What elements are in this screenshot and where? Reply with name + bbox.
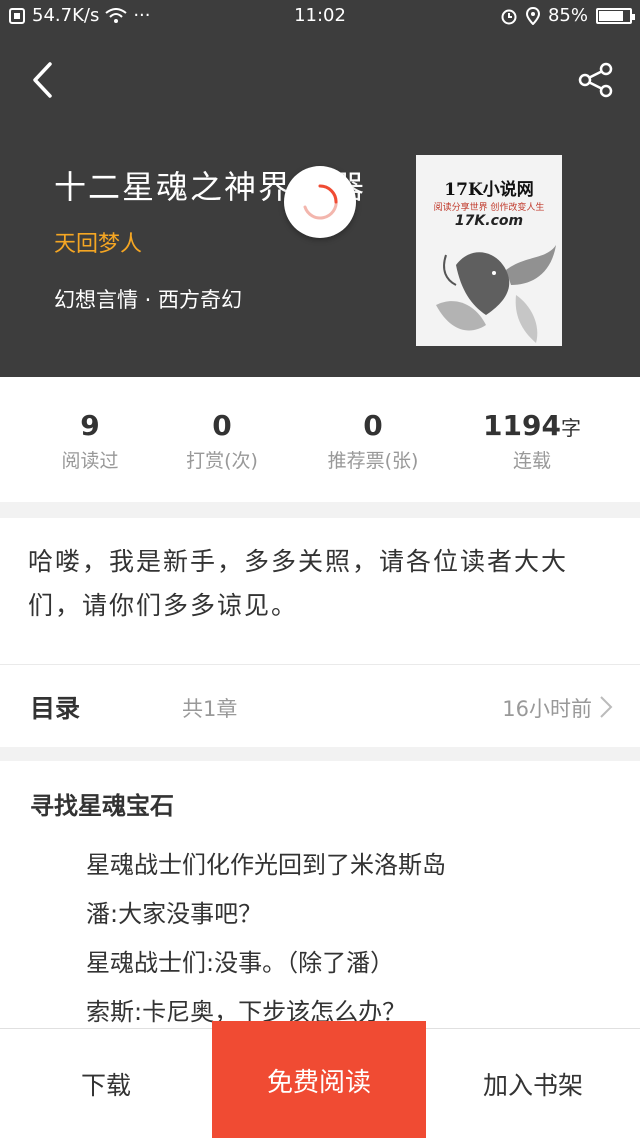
- loading-spinner: [284, 166, 356, 238]
- battery-icon: [596, 7, 635, 24]
- chapter-line: 星魂战士们:没事。（除了潘）: [86, 949, 395, 977]
- share-button[interactable]: [576, 60, 616, 100]
- chapter-line: 星魂战士们化作光回到了米洛斯岛: [86, 851, 446, 879]
- free-read-button[interactable]: 免费阅读: [212, 1021, 426, 1138]
- stat-value: 9: [40, 409, 140, 442]
- alarm-icon: [501, 9, 517, 24]
- stat-word-count: 1194字 连载: [470, 409, 594, 473]
- stat-number: 0: [212, 409, 232, 442]
- cover-goldfish-illustration: [436, 245, 556, 343]
- stat-tips: 0 打赏(次): [160, 409, 284, 473]
- stat-value: 1194字: [470, 409, 594, 442]
- chapter-preview[interactable]: 星魂战士们化作光回到了米洛斯岛 潘:大家没事吧？ 星魂战士们:没事。（除了潘） …: [86, 841, 446, 1037]
- stat-label: 连载: [512, 450, 551, 472]
- stat-recommend-votes: 0 推荐票(张): [306, 409, 440, 473]
- catalog-label: 目录: [30, 694, 81, 723]
- battery-fill: [599, 10, 623, 21]
- chapter-count: 共1章: [182, 697, 238, 721]
- stat-number: 1194: [483, 409, 561, 442]
- chapter-line: 潘:大家没事吧？: [86, 900, 263, 928]
- battery-percent: 85%: [547, 5, 588, 26]
- stat-read-count: 9 阅读过: [40, 409, 140, 473]
- stat-label: 阅读过: [61, 450, 119, 472]
- bottom-action-bar: 下载 免费阅读 加入书架: [0, 1021, 640, 1138]
- location-icon: [525, 6, 540, 25]
- book-title-text: 十二星魂之神界: [54, 168, 293, 206]
- share-icon: [578, 62, 613, 98]
- book-stats: 9 阅读过 0 打赏(次) 0 推荐票(张) 1194字 连载: [0, 377, 640, 502]
- book-intro[interactable]: 哈喽，我是新手，多多关照，请各位读者大大们，请你们多多谅见。: [28, 540, 612, 628]
- stat-value: 0: [306, 409, 440, 442]
- catalog-row[interactable]: 目录 共1章 16小时前: [0, 665, 640, 747]
- back-arrow-icon: [33, 62, 52, 98]
- back-button[interactable]: [22, 58, 62, 102]
- chapter-title: 寻找星魂宝石: [30, 792, 174, 820]
- book-genre: 幻想言情 · 西方奇幻: [54, 288, 243, 312]
- stat-number: 0: [363, 409, 383, 442]
- book-header: 十二星魂之神界器 天回梦人 幻想言情 · 西方奇幻 17K小说网 阅读分享世界 …: [0, 34, 640, 377]
- status-bar: 54.7K/s ··· 11:02 85%: [0, 0, 640, 34]
- stat-unit: 字: [560, 416, 581, 440]
- stat-number: 9: [80, 409, 100, 442]
- status-right: 85%: [500, 5, 635, 26]
- section-gap: [0, 502, 640, 518]
- chevron-right-icon: [600, 696, 613, 718]
- book-author[interactable]: 天回梦人: [54, 226, 142, 258]
- loading-spinner-icon: [303, 184, 338, 220]
- section-gap: [0, 747, 640, 761]
- add-to-shelf-button[interactable]: 加入书架: [426, 1029, 640, 1138]
- stat-value: 0: [160, 409, 284, 442]
- download-button[interactable]: 下载: [0, 1029, 212, 1138]
- book-cover[interactable]: 17K小说网 阅读分享世界 创作改变人生 17K.com: [416, 155, 562, 346]
- stat-label: 推荐票(张): [327, 450, 419, 472]
- stat-label: 打赏(次): [186, 450, 258, 472]
- update-time: 16小时前: [502, 697, 592, 721]
